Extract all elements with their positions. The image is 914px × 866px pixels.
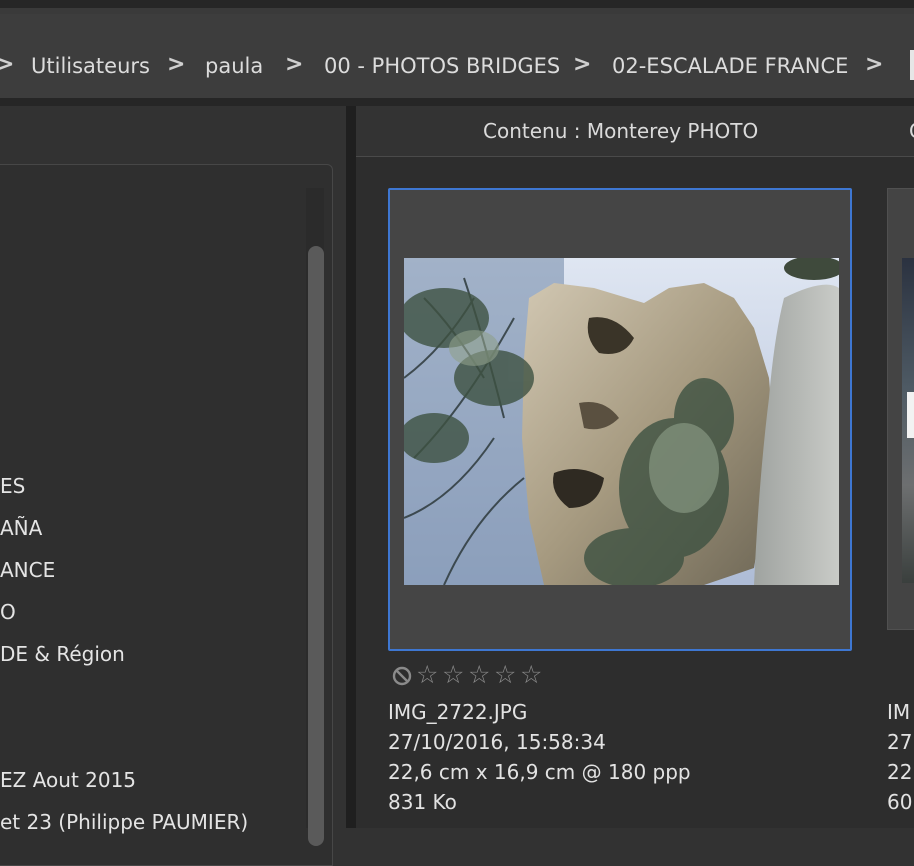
folder-item[interactable]: DE & Région (0, 644, 125, 664)
content-panel: Contenu : Monterey PHOTO C (356, 106, 914, 828)
thumbnail-card-selected[interactable] (388, 188, 852, 651)
breadcrumb-separator[interactable]: > (865, 54, 883, 76)
breadcrumb-item-photos-bridges[interactable]: 00 - PHOTOS BRIDGES (324, 56, 560, 77)
breadcrumb-item-paula[interactable]: paula (205, 56, 263, 77)
folder-item[interactable]: AÑA (0, 518, 42, 538)
folder-item[interactable]: EZ Aout 2015 (0, 770, 136, 790)
folder-item[interactable]: O (0, 602, 16, 622)
breadcrumb-item-escalade-france[interactable]: 02-ESCALADE FRANCE (612, 56, 848, 77)
window-top-strip (0, 0, 914, 8)
folder-item[interactable]: ANCE (0, 560, 55, 580)
breadcrumb-separator[interactable]: > (285, 54, 303, 76)
path-bar: > Utilisateurs > paula > 00 - PHOTOS BRI… (0, 14, 914, 98)
star-icon[interactable]: ☆ (520, 662, 542, 687)
next-thumbnail-date: 27 (887, 730, 913, 754)
next-thumbnail-size: 60 (887, 790, 913, 814)
overlay-edge (907, 392, 914, 438)
thumbnail-size: 831 Ko (388, 790, 457, 814)
content-title: Contenu : Monterey PHOTO (483, 119, 759, 143)
reject-icon[interactable] (392, 666, 412, 686)
star-icon[interactable]: ☆ (442, 662, 464, 687)
next-thumbnail-dimensions: 22 (887, 760, 913, 784)
folder-item[interactable]: ES (0, 476, 25, 496)
breadcrumb-separator: > (0, 52, 15, 77)
folders-scroll-thumb[interactable] (308, 246, 324, 846)
next-thumbnail-filename: IM (887, 700, 911, 724)
folders-tree (0, 164, 333, 866)
star-icon[interactable]: ☆ (468, 662, 490, 687)
next-panel-title: C (909, 121, 914, 141)
thumbnail-dimensions: 22,6 cm x 16,9 cm @ 180 ppp (388, 760, 691, 784)
folders-panel: ES AÑA ANCE O DE & Région EZ Aout 2015 e… (0, 106, 346, 866)
content-header: Contenu : Monterey PHOTO C (356, 106, 914, 157)
folder-item[interactable]: et 23 (Philippe PAUMIER) (0, 812, 248, 832)
breadcrumb-separator[interactable]: > (573, 54, 591, 76)
breadcrumb-separator[interactable]: > (167, 54, 185, 76)
star-icon[interactable]: ☆ (494, 662, 516, 687)
thumbnail-date: 27/10/2016, 15:58:34 (388, 730, 606, 754)
thumbnail-filename: IMG_2722.JPG (388, 700, 528, 724)
photo-thumbnail (404, 258, 839, 585)
star-icon[interactable]: ☆ (416, 662, 438, 687)
breadcrumb-overflow-edge (910, 50, 914, 80)
panel-divider[interactable] (346, 106, 356, 828)
breadcrumb-item-utilisateurs[interactable]: Utilisateurs (31, 56, 150, 77)
toolbar-gap (0, 98, 914, 106)
